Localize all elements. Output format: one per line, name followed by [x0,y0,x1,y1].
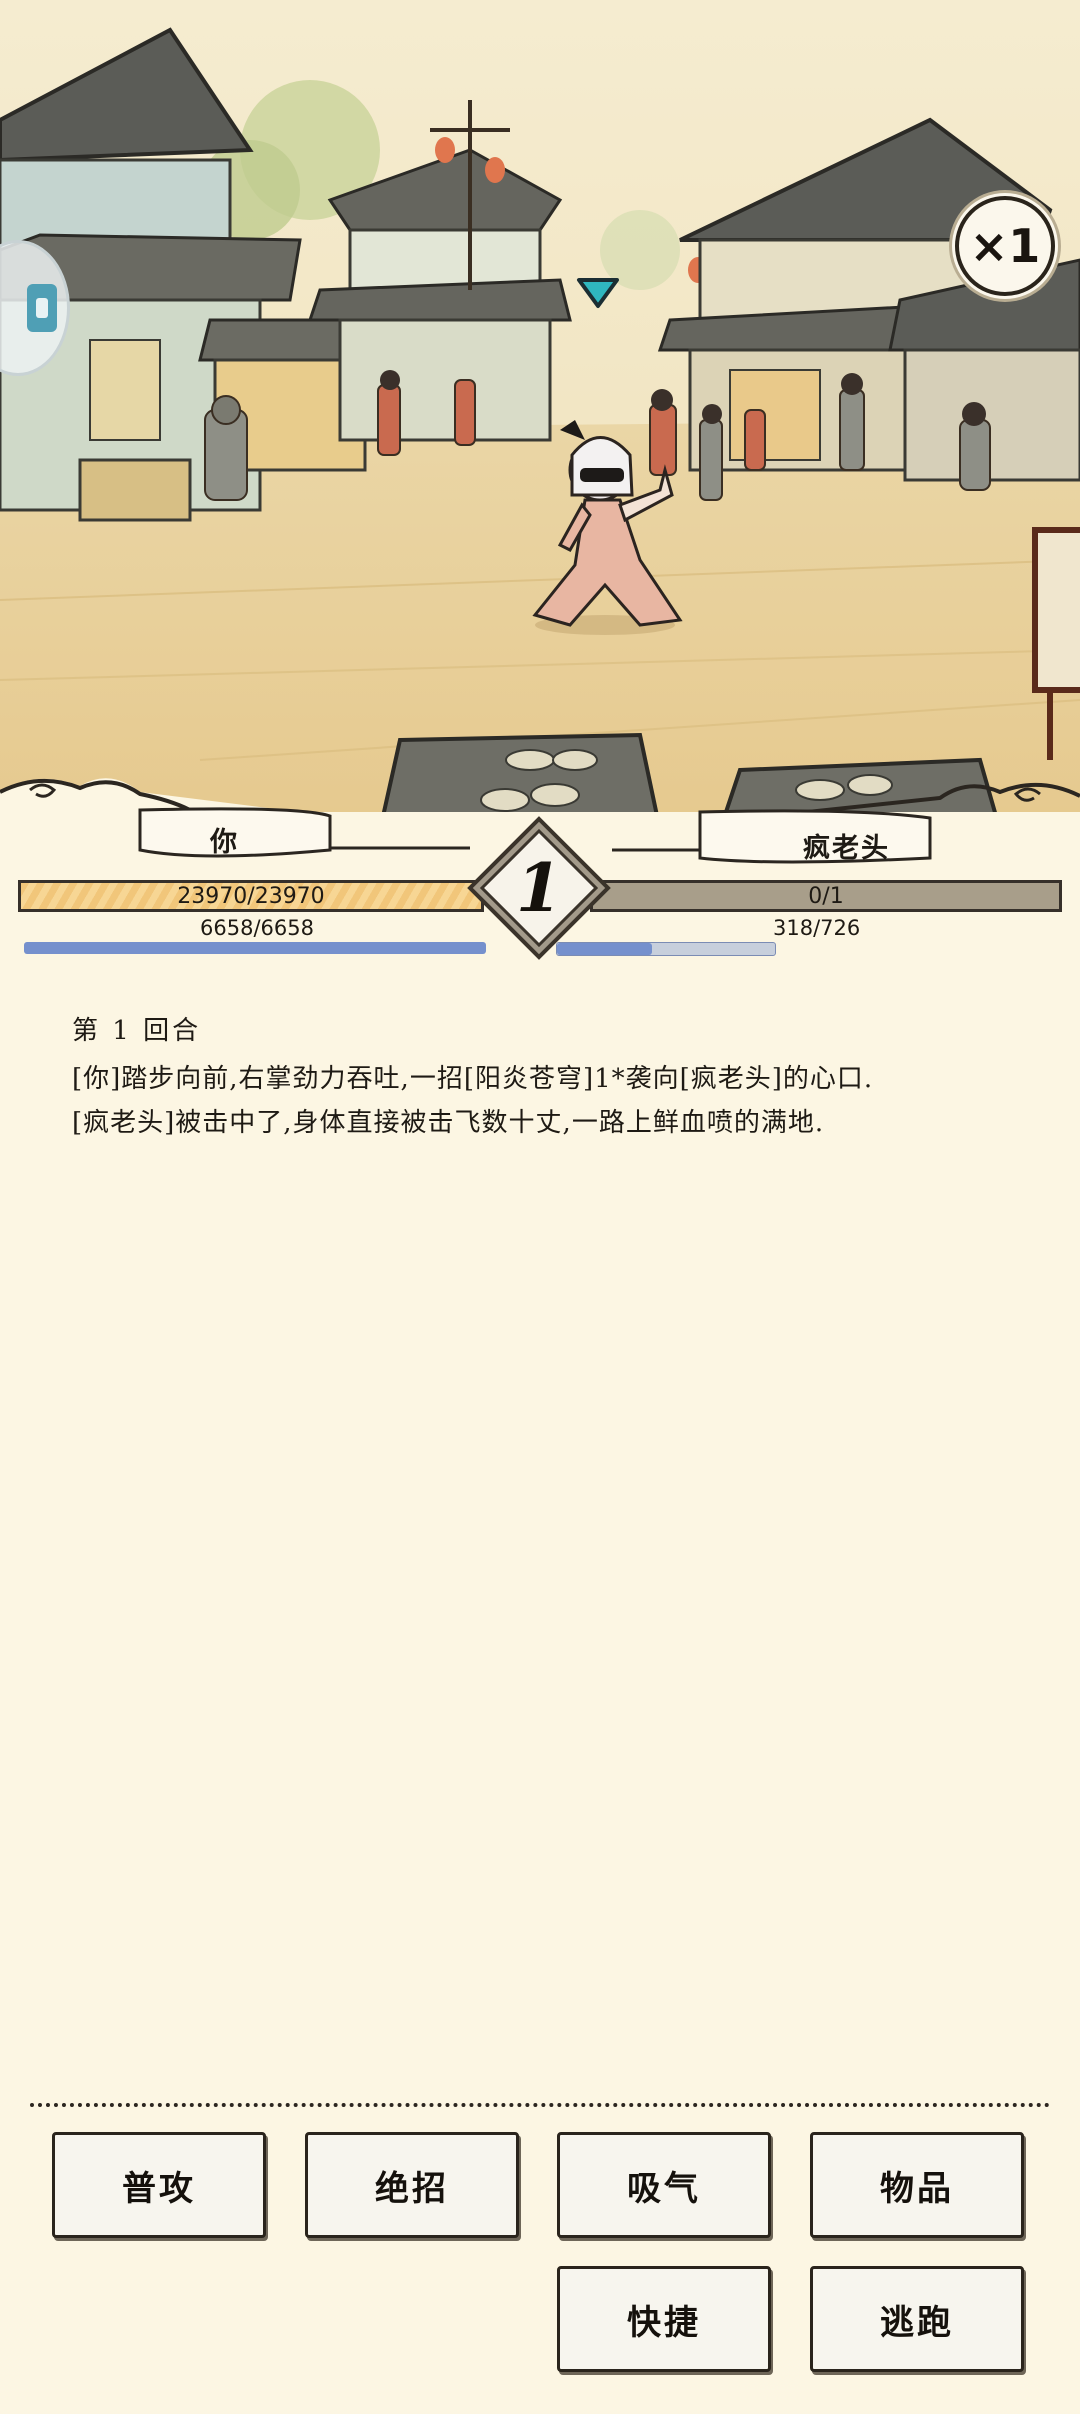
items-button[interactable]: 物品 [810,2132,1024,2238]
quick-slot-button[interactable]: 快捷 [557,2266,771,2372]
player-mp-bar [24,942,486,954]
round-title: 第 1 回合 [72,1016,202,1046]
round-number: 1 [516,849,562,927]
player-name: 你 [210,827,239,858]
log-line: [疯老头]被击中了,身体直接被击飞数十丈,一路上鲜血喷的满地. [72,1108,825,1138]
combat-log: 第 1 回合 [你]踏步向前,右掌劲力吞吐,一招[阳炎苍穹]1*袭向[疯老头]的… [72,1010,1032,1145]
player-hp-text: 23970/23970 [177,883,325,909]
battle-status-panel: 你 疯老头 23970/23970 0/1 6658/6658 318/726 … [0,770,1080,970]
speed-toggle-button[interactable]: ×1 [955,196,1055,296]
enemy-hp-bar: 0/1 [590,880,1062,912]
breathe-button[interactable]: 吸气 [557,2132,771,2238]
enemy-name: 疯老头 [803,833,890,864]
player-mp-text: 6658/6658 [200,916,314,940]
ultimate-skill-button[interactable]: 绝招 [305,2132,519,2238]
battle-scene: ×1 [0,0,1080,830]
basic-attack-button[interactable]: 普攻 [52,2132,266,2238]
flee-button[interactable]: 逃跑 [810,2266,1024,2372]
enemy-hp-text: 0/1 [808,883,844,909]
down-triangle-icon [577,278,619,308]
town-street-illustration [0,0,1080,830]
auto-battle-icon [27,284,57,332]
log-line: [你]踏步向前,右掌劲力吞吐,一招[阳炎苍穹]1*袭向[疯老头]的心口. [72,1064,874,1094]
action-divider [30,2103,1050,2107]
player-hp-bar: 23970/23970 [18,880,484,912]
enemy-mp-text: 318/726 [773,916,861,940]
